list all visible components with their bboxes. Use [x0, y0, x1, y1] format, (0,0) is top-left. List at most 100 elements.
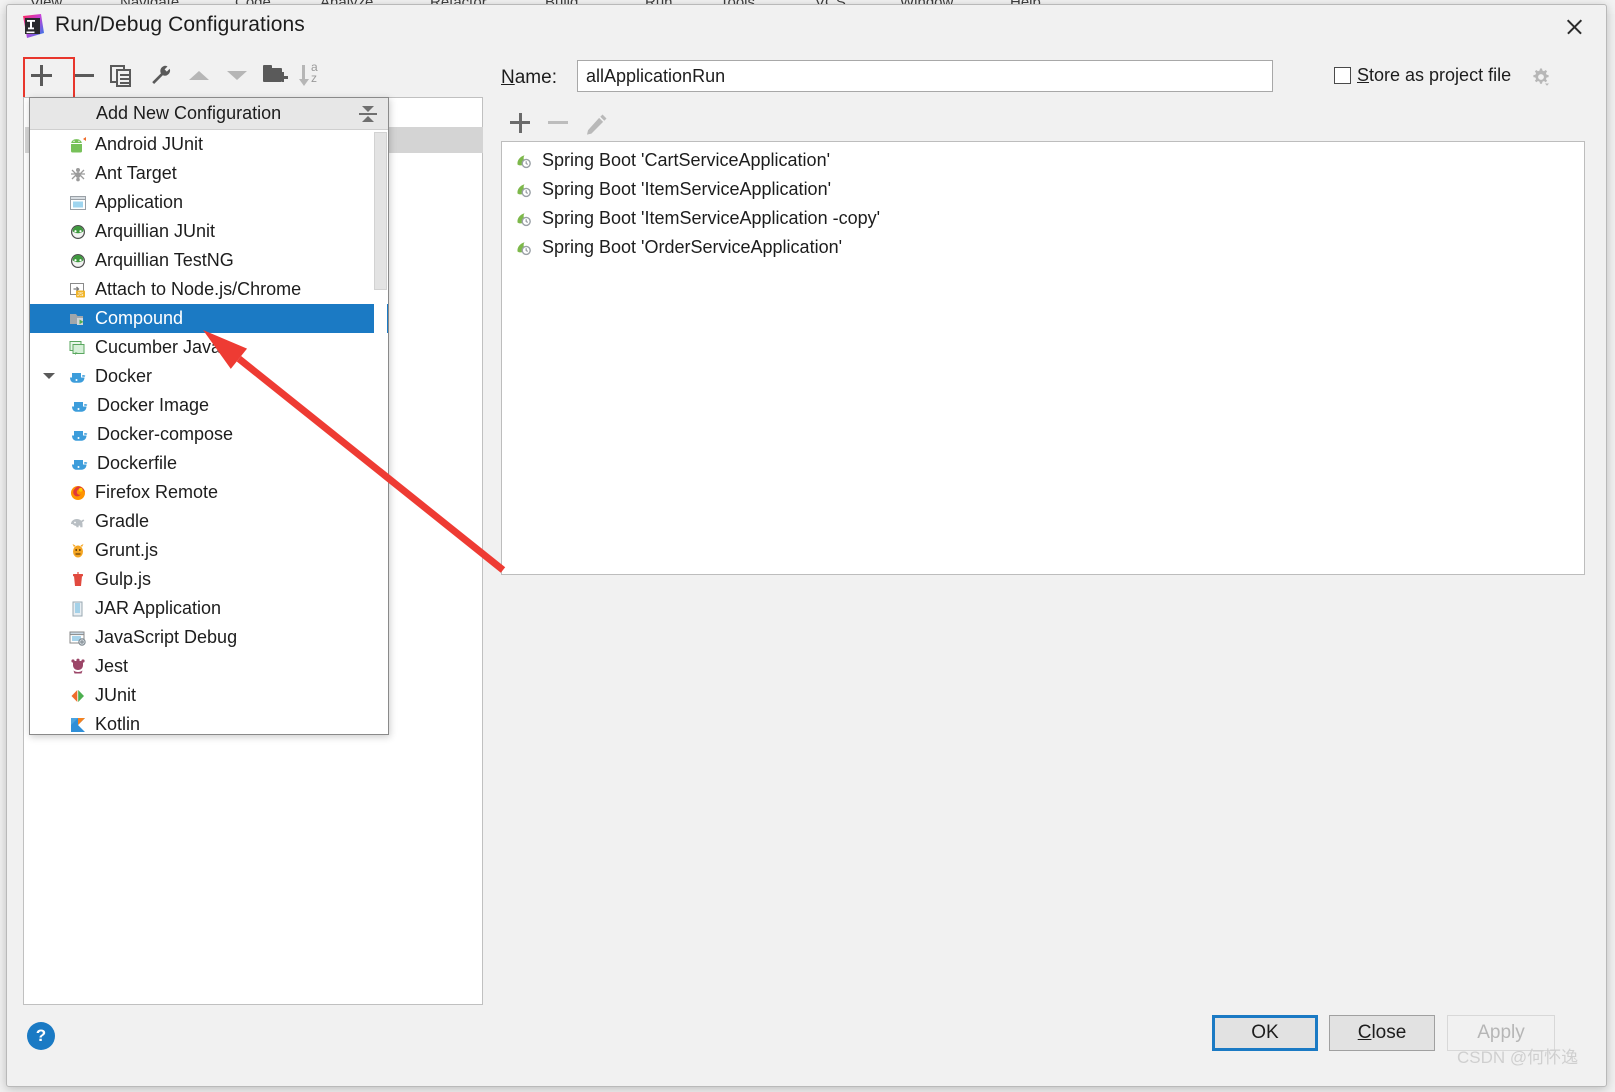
javascript-debug-icon — [68, 627, 90, 646]
kotlin-icon — [68, 714, 90, 732]
checkbox-box[interactable] — [1334, 67, 1351, 84]
compound-config-row[interactable]: Spring Boot 'ItemServiceApplication' — [502, 175, 1584, 204]
config-type-item[interactable]: Jest — [30, 652, 388, 681]
add-new-configuration-popup: Add New Configuration Android JUnit Ant T… — [29, 97, 389, 735]
compound-config-row[interactable]: Spring Boot 'ItemServiceApplication -cop… — [502, 204, 1584, 233]
plus-icon — [23, 57, 59, 93]
config-type-label: JavaScript Debug — [95, 627, 238, 647]
config-type-label: Arquillian JUnit — [95, 221, 216, 241]
config-type-item[interactable]: Arquillian JUnit — [30, 217, 388, 246]
jest-icon — [68, 656, 90, 674]
config-type-item[interactable]: Compound — [30, 304, 388, 333]
close-icon[interactable] — [1556, 11, 1592, 43]
config-type-item[interactable]: Docker-compose — [30, 420, 388, 449]
config-type-label: Cucumber Java — [95, 337, 222, 357]
add-item-button[interactable] — [501, 105, 541, 141]
apply-button: Apply — [1447, 1015, 1555, 1051]
sort-configurations-button[interactable]: az — [295, 57, 331, 93]
run-debug-configurations-dialog: Run/Debug Configurations az Add New Conf… — [6, 4, 1607, 1087]
minus-icon — [65, 57, 101, 93]
grunt-icon — [68, 540, 90, 558]
spring-boot-icon — [514, 150, 536, 169]
name-label: Name: — [501, 67, 557, 88]
compound-config-row[interactable]: Spring Boot 'OrderServiceApplication' — [502, 233, 1584, 262]
config-type-label: Android JUnit — [95, 134, 204, 154]
android-icon — [68, 134, 90, 153]
spring-boot-icon — [514, 237, 536, 256]
help-icon[interactable]: ? — [27, 1022, 55, 1050]
config-type-item[interactable]: Docker Image — [30, 391, 388, 420]
remove-item-button[interactable] — [539, 105, 579, 141]
config-type-item[interactable]: Cucumber Java — [30, 333, 388, 362]
compound-config-label: Spring Boot 'OrderServiceApplication' — [542, 237, 843, 257]
config-type-label: Compound — [95, 308, 184, 328]
close-button[interactable]: Close — [1329, 1015, 1435, 1051]
config-type-label: Docker — [95, 366, 153, 386]
compound-items-toolbar — [501, 105, 641, 141]
spring-boot-icon — [514, 208, 536, 227]
wrench-icon — [143, 57, 179, 93]
application-window-icon — [68, 192, 90, 210]
firefox-icon — [68, 482, 90, 500]
popup-title: Add New Configuration — [96, 103, 282, 123]
config-type-item[interactable]: Gradle — [30, 507, 388, 536]
sort-az-icon: az — [295, 57, 331, 93]
copy-configuration-button[interactable] — [103, 57, 139, 93]
config-type-item[interactable]: Firefox Remote — [30, 478, 388, 507]
remove-configuration-button[interactable] — [65, 57, 101, 93]
config-type-item[interactable]: Application — [30, 188, 388, 217]
popup-scrollbar[interactable] — [374, 131, 387, 733]
collapse-all-icon[interactable] — [358, 104, 378, 124]
edit-templates-button[interactable] — [143, 57, 179, 93]
config-type-item[interactable]: Gulp.js — [30, 565, 388, 594]
jar-icon — [68, 598, 90, 617]
nodejs-attach-icon: JS — [68, 279, 90, 298]
gear-icon[interactable] — [1531, 67, 1551, 87]
docker-icon — [70, 453, 92, 471]
edit-item-button[interactable] — [577, 105, 617, 141]
store-as-project-file-label: Store as project file — [1357, 65, 1512, 85]
config-type-item[interactable]: Android JUnit — [30, 130, 388, 159]
folder-add-icon — [257, 57, 293, 93]
create-folder-button[interactable] — [257, 57, 293, 93]
docker-icon — [68, 366, 90, 384]
add-configuration-button[interactable] — [23, 57, 59, 93]
config-type-item[interactable]: JS Attach to Node.js/Chrome — [30, 275, 388, 304]
config-type-item[interactable]: Ant Target — [30, 159, 388, 188]
svg-text:JS: JS — [77, 292, 84, 298]
configuration-type-list[interactable]: Android JUnit Ant Target Application Arquil… — [30, 130, 388, 734]
copy-icon — [103, 57, 139, 93]
config-type-item[interactable]: JAR Application — [30, 594, 388, 623]
configuration-name-input[interactable] — [577, 60, 1273, 92]
move-up-button[interactable] — [181, 57, 217, 93]
compound-configurations-list[interactable]: Spring Boot 'CartServiceApplication' Spri… — [501, 141, 1585, 575]
config-type-label: Docker-compose — [97, 424, 234, 444]
move-down-button[interactable] — [219, 57, 255, 93]
gulp-icon — [68, 569, 90, 587]
config-type-label: Gulp.js — [95, 569, 152, 589]
config-type-item[interactable]: Grunt.js — [30, 536, 388, 565]
docker-icon — [70, 424, 92, 442]
docker-icon — [70, 395, 92, 413]
chevron-down-icon[interactable] — [42, 371, 55, 383]
config-type-item[interactable]: Docker — [30, 362, 388, 391]
config-type-item[interactable]: JavaScript Debug — [30, 623, 388, 652]
ok-button[interactable]: OK — [1212, 1015, 1318, 1051]
spring-boot-icon — [514, 179, 536, 198]
config-type-item[interactable]: Dockerfile — [30, 449, 388, 478]
dialog-titlebar: Run/Debug Configurations — [7, 5, 1606, 49]
config-type-item[interactable]: Kotlin — [30, 710, 388, 734]
dialog-title: Run/Debug Configurations — [55, 13, 305, 36]
ant-icon — [68, 163, 90, 182]
configurations-toolbar: az — [23, 57, 353, 95]
compound-config-row[interactable]: Spring Boot 'CartServiceApplication' — [502, 146, 1584, 175]
popup-scrollbar-thumb[interactable] — [374, 132, 387, 290]
config-type-item[interactable]: Arquillian TestNG — [30, 246, 388, 275]
config-type-label: Docker Image — [97, 395, 210, 415]
intellij-idea-icon — [23, 14, 44, 38]
config-type-label: Jest — [95, 656, 129, 676]
config-type-item[interactable]: JUnit — [30, 681, 388, 710]
arquillian-icon — [68, 221, 90, 240]
compound-config-label: Spring Boot 'CartServiceApplication' — [542, 150, 831, 170]
config-type-label: JAR Application — [95, 598, 222, 618]
